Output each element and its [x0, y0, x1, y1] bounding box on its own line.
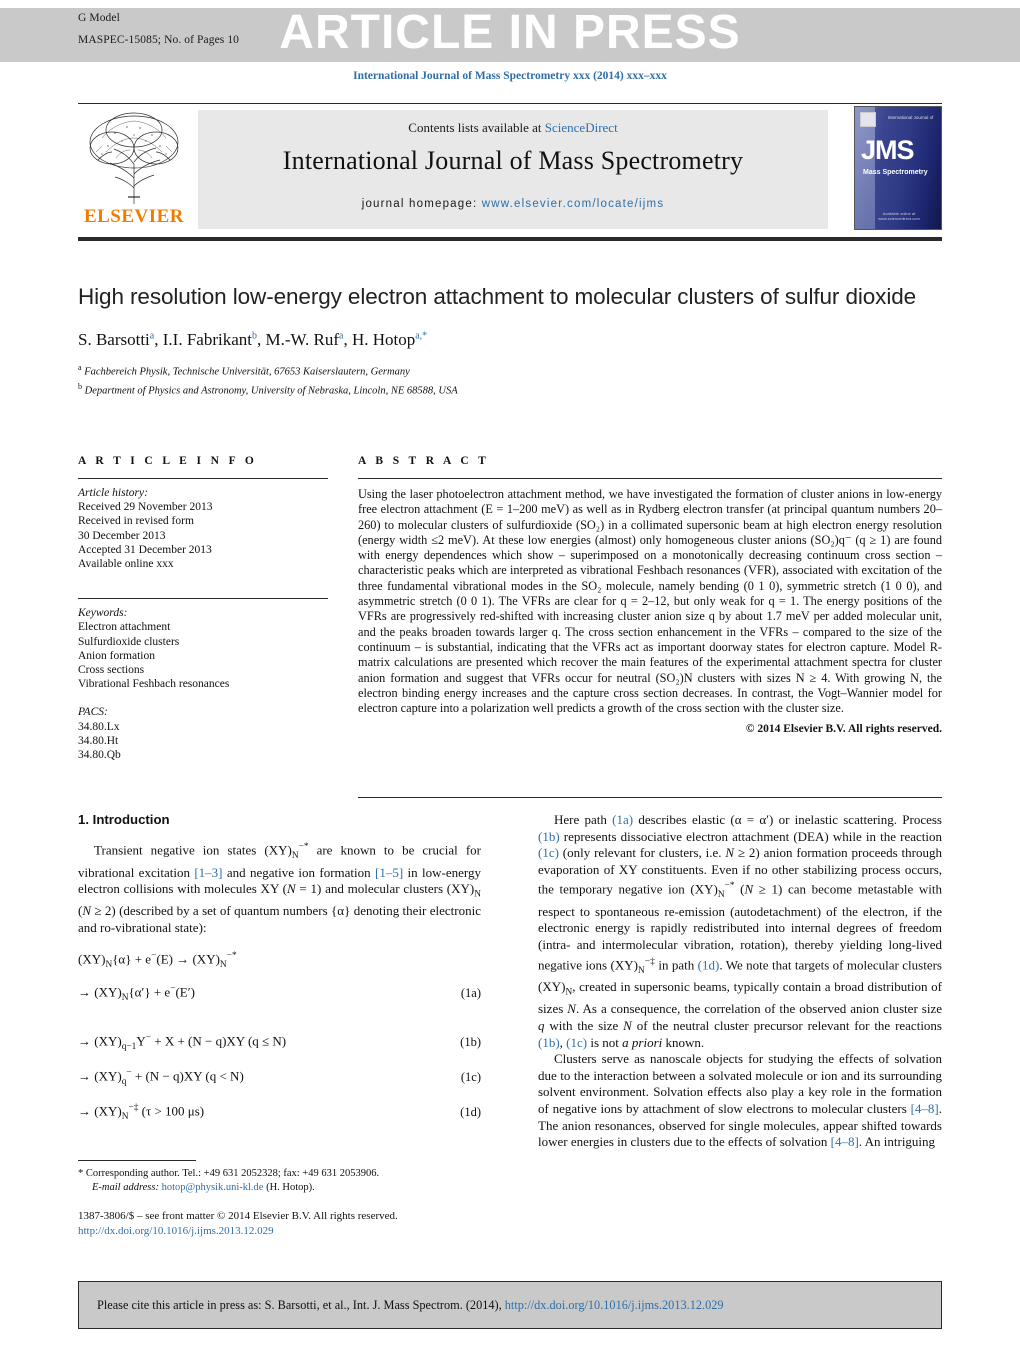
pacs-item: 34.80.Lx	[78, 720, 120, 733]
article-info-heading: A R T I C L E I N F O	[78, 455, 258, 467]
keyword-item: Electron attachment	[78, 621, 171, 634]
contents-prefix: Contents lists available at	[408, 120, 545, 135]
front-matter-line: 1387-3806/$ – see front matter © 2014 El…	[78, 1210, 398, 1223]
front-matter-block: 1387-3806/$ – see front matter © 2014 El…	[78, 1209, 481, 1238]
history-item: Received in revised form	[78, 515, 194, 528]
pacs-item: 34.80.Qb	[78, 749, 121, 762]
keywords-block: Keywords: Electron attachment Sulfurdioxi…	[78, 606, 328, 691]
article-history-label: Article history:	[78, 487, 148, 499]
history-item: Accepted 31 December 2013	[78, 543, 212, 556]
cover-jms-logo: JMS	[861, 135, 915, 165]
article-history-block: Article history: Received 29 November 20…	[78, 486, 328, 571]
abstract-text: Using the laser photoelectron attachment…	[358, 487, 942, 716]
keyword-item: Anion formation	[78, 649, 155, 662]
page-title: High resolution low-energy electron atta…	[78, 284, 917, 309]
cite-this-article-box: Please cite this article in press as: S.…	[78, 1281, 942, 1329]
title-block: High resolution low-energy electron atta…	[78, 282, 942, 399]
equation-number: (1d)	[460, 1104, 481, 1119]
abstract-column: A B S T R A C T Using the laser photoele…	[358, 455, 942, 735]
sciencedirect-link[interactable]: ScienceDirect	[545, 120, 618, 135]
equation-body: → (XY)N−‡ (τ > 100 μs)	[78, 1103, 205, 1123]
abstract-heading: A B S T R A C T	[358, 455, 490, 467]
article-in-press-banner: G Model MASPEC-15085; No. of Pages 10 AR…	[0, 6, 1020, 62]
cover-subtitle: Mass Spectrometry	[863, 169, 928, 176]
equation-row: → (XY)q−1Y− + X + (N − q)XY (q ≤ N) (1b)	[78, 1033, 481, 1052]
elsevier-logo: ELSEVIER	[78, 108, 190, 230]
email-link[interactable]: hotop@physik.uni-kl.de	[162, 1182, 264, 1193]
article-info-column: A R T I C L E I N F O Article history: R…	[78, 455, 328, 762]
equation-number: (1c)	[460, 1069, 481, 1084]
body-left-column: 1. Introduction Transient negative ion s…	[78, 812, 481, 1238]
email-label: E-mail address:	[92, 1181, 159, 1193]
keywords-label: Keywords:	[78, 607, 128, 620]
pacs-label: PACS:	[78, 706, 108, 719]
right-paragraph-2: Clusters serve as nanoscale objects for …	[538, 1051, 942, 1150]
elsevier-tree-icon	[89, 112, 179, 204]
footnote-separator	[78, 1160, 196, 1162]
history-item: Available online xxx	[78, 558, 174, 571]
equation-body: → (XY)q− + (N − q)XY (q < N)	[78, 1068, 244, 1088]
journal-cover-thumbnail: International Journal of JMS Mass Spectr…	[854, 106, 942, 230]
keywords-rule	[78, 598, 328, 600]
article-history-list: Received 29 November 2013 Received in rev…	[78, 500, 328, 571]
masthead-center-panel: Contents lists available at ScienceDirec…	[198, 110, 828, 229]
affiliation: b Department of Physics and Astronomy, U…	[78, 382, 458, 397]
keywords-list: Electron attachment Sulfurdioxide cluster…	[78, 620, 328, 691]
pacs-list: 34.80.Lx 34.80.Ht 34.80.Qb	[78, 720, 328, 763]
cover-top-text: International Journal of	[887, 115, 934, 120]
intro-paragraph-1: Transient negative ion states (XY)N−* ar…	[78, 842, 481, 935]
right-paragraph-1: Here path (1a) describes elastic (α = α′…	[538, 812, 943, 1050]
masthead-bottom-rule	[78, 237, 942, 241]
affiliation: a Fachbereich Physik, Technische Univers…	[78, 363, 410, 378]
journal-homepage-link[interactable]: www.elsevier.com/locate/ijms	[482, 198, 665, 210]
doi-link[interactable]: http://dx.doi.org/10.1016/j.ijms.2013.12…	[78, 1224, 481, 1238]
pacs-item: 34.80.Ht	[78, 734, 119, 747]
abstract-copyright: © 2014 Elsevier B.V. All rights reserved…	[745, 723, 942, 736]
email-suffix: (H. Hotop).	[266, 1181, 315, 1193]
equation-body: (XY)N{α} + e−(E) → (XY)N−*	[78, 951, 237, 971]
equation-row: → (XY)N{α′} + e−(E′) (1a)	[78, 984, 481, 1003]
article-in-press-text: ARTICLE IN PRESS	[279, 6, 741, 59]
section-heading-introduction: 1. Introduction	[78, 812, 170, 827]
equation-row: → (XY)q− + (N − q)XY (q < N) (1c)	[78, 1068, 481, 1087]
equation-number: (1a)	[460, 985, 481, 1000]
keyword-item: Vibrational Feshbach resonances	[78, 678, 230, 691]
equation-body: → (XY)N{α′} + e−(E′)	[78, 984, 195, 1004]
journal-title: International Journal of Mass Spectromet…	[282, 146, 744, 175]
body-right-column: Here path (1a) describes elastic (α = α′…	[538, 812, 942, 1151]
cover-bottom-text: Available online at www.sciencedirect.co…	[878, 211, 920, 221]
abstract-bottom-rule	[358, 797, 942, 798]
equation-number: (1b)	[460, 1034, 481, 1049]
pacs-block: PACS: 34.80.Lx 34.80.Ht 34.80.Qb	[78, 705, 328, 762]
abstract-rule	[358, 478, 942, 479]
corresponding-author-note: * Corresponding author. Tel.: +49 631 20…	[78, 1167, 481, 1194]
corresponding-author-text: * Corresponding author. Tel.: +49 631 20…	[78, 1168, 380, 1180]
contents-list-line: Contents lists available at ScienceDirec…	[198, 120, 828, 136]
journal-citation-line: International Journal of Mass Spectromet…	[353, 70, 667, 82]
equation-body: → (XY)q−1Y− + X + (N − q)XY (q ≤ N)	[78, 1033, 287, 1053]
journal-masthead: ELSEVIER Contents lists available at Sci…	[78, 103, 942, 232]
article-info-rule	[78, 478, 328, 479]
cite-prefix: Please cite this article in press as: S.…	[97, 1297, 505, 1312]
keyword-item: Cross sections	[78, 664, 145, 677]
keyword-item: Sulfurdioxide clusters	[78, 635, 180, 648]
equation-row: → (XY)N−‡ (τ > 100 μs) (1d)	[78, 1103, 481, 1122]
journal-homepage-line: journal homepage: www.elsevier.com/locat…	[198, 198, 828, 210]
author-list: S. Barsottia, I.I. Fabrikantb, M.-W. Ruf…	[78, 330, 428, 349]
affiliations: a Fachbereich Physik, Technische Univers…	[78, 361, 942, 399]
history-item: 30 December 2013	[78, 529, 166, 542]
elsevier-wordmark: ELSEVIER	[83, 206, 185, 227]
equation-row: (XY)N{α} + e−(E) → (XY)N−*	[78, 951, 481, 970]
cite-doi-link[interactable]: http://dx.doi.org/10.1016/j.ijms.2013.12…	[505, 1298, 724, 1312]
history-item: Received 29 November 2013	[78, 501, 213, 514]
cover-elsevier-badge-icon	[860, 112, 876, 127]
footnote-block: * Corresponding author. Tel.: +49 631 20…	[78, 1160, 481, 1238]
equation-group: (XY)N{α} + e−(E) → (XY)N−* → (XY)N{α′} + …	[78, 951, 481, 1122]
cite-text: Please cite this article in press as: S.…	[79, 1298, 724, 1313]
homepage-prefix: journal homepage:	[361, 198, 482, 210]
